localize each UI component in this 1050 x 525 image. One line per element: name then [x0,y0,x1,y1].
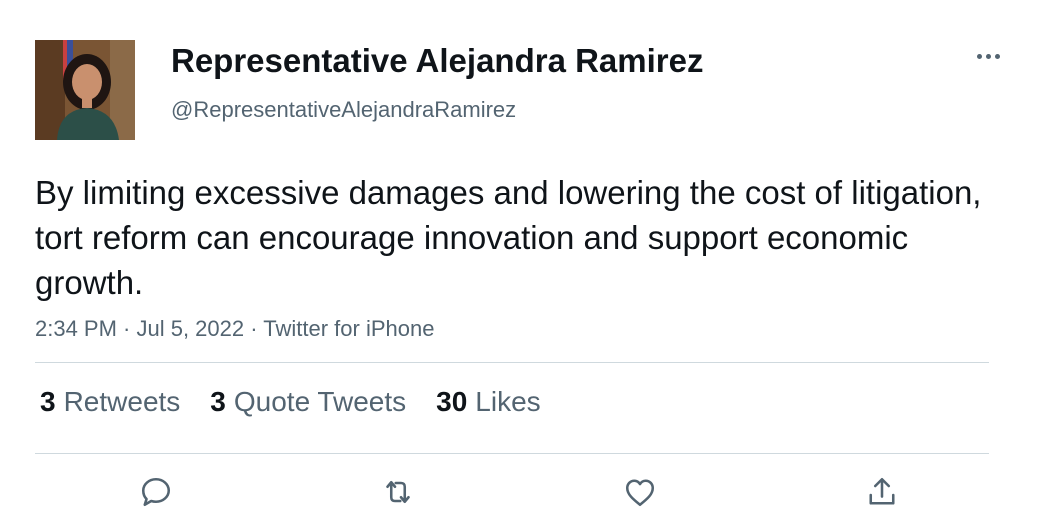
divider [35,362,989,363]
quote-tweets-stat[interactable]: 3 Quote Tweets [210,386,406,418]
avatar-image [35,40,135,140]
engagement-stats: 3 Retweets 3 Quote Tweets 30 Likes [40,386,571,418]
more-options-button[interactable] [970,42,1006,70]
avatar[interactable] [35,40,135,140]
share-icon [869,477,895,505]
author-handle[interactable]: @RepresentativeAlejandraRamirez [171,97,516,123]
tweet-text: By limiting excessive damages and loweri… [35,174,982,301]
more-icon-dot [985,53,991,59]
quote-tweets-label: Quote Tweets [233,386,407,417]
reply-icon [141,477,171,507]
reply-button[interactable] [134,470,178,514]
divider [35,453,989,454]
share-button[interactable] [860,470,904,514]
more-icon-dot [994,53,1000,59]
heart-icon [625,479,655,507]
retweets-count: 3 [40,386,56,417]
retweet-icon [386,480,410,504]
retweets-stat[interactable]: 3 Retweets [40,386,180,418]
tweet-detail: Representative Alejandra Ramirez @Repres… [0,0,1050,525]
likes-count: 30 [436,386,468,417]
tweet-timestamp[interactable]: 2:34 PM · Jul 5, 2022 · Twitter for iPho… [35,316,434,342]
likes-label: Likes [475,386,541,417]
likes-stat[interactable]: 30 Likes [436,386,541,418]
retweets-label: Retweets [63,386,181,417]
like-button[interactable] [618,470,662,514]
author-display-name[interactable]: Representative Alejandra Ramirez [171,42,704,80]
action-bar [0,470,1050,520]
retweet-button[interactable] [376,470,420,514]
quote-tweets-count: 3 [210,386,226,417]
more-icon-dot [976,53,982,59]
